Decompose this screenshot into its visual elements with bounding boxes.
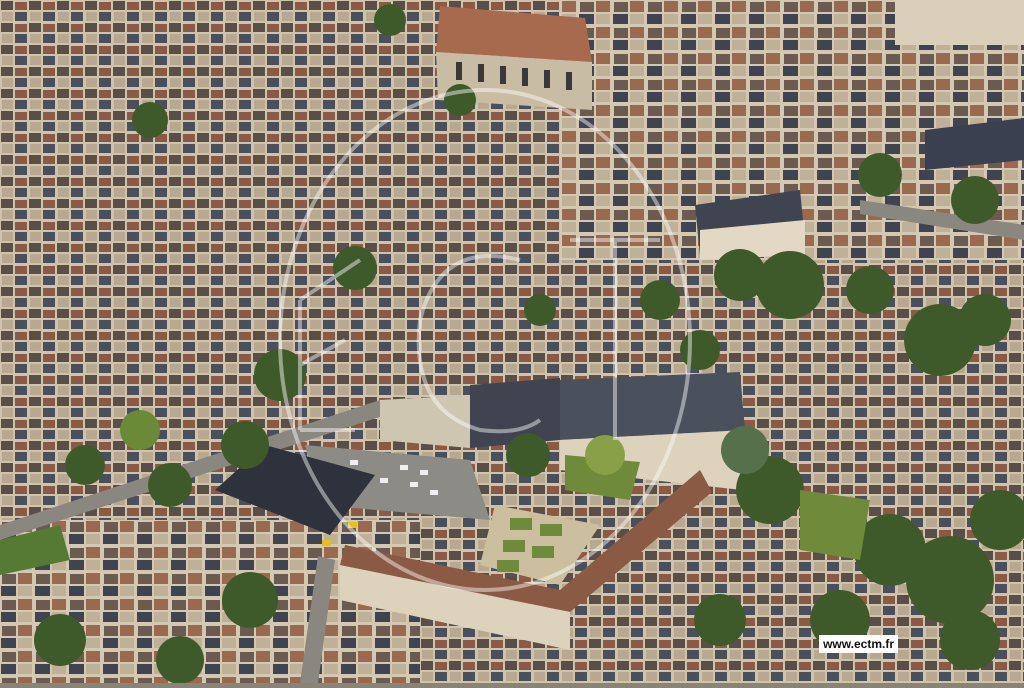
watermark-url: www.ectm.fr	[819, 635, 898, 653]
aerial-photo	[0, 0, 1024, 683]
lawn-east	[800, 490, 870, 560]
main-building-roof-east	[560, 372, 745, 440]
palace-northeast	[895, 0, 1024, 45]
